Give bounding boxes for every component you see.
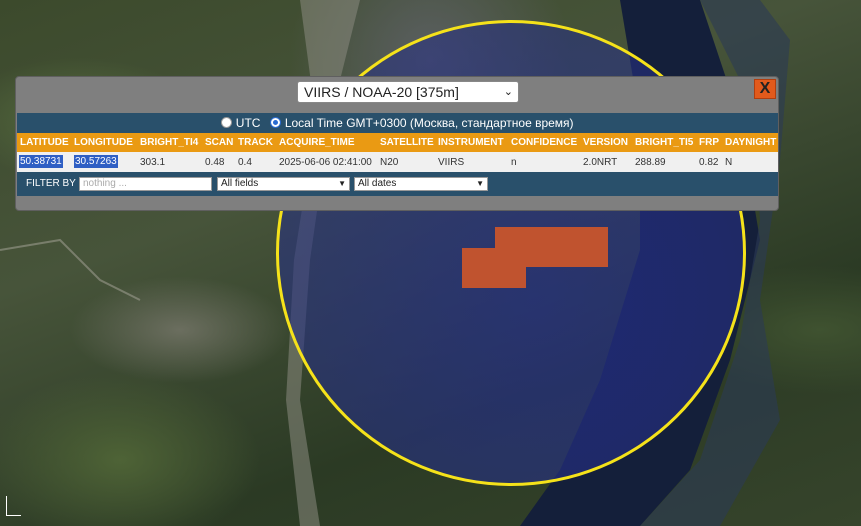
col-version: VERSION: [583, 137, 629, 148]
field-select[interactable]: All fields ▼: [217, 177, 350, 191]
col-frp: FRP: [699, 137, 719, 148]
timezone-bar: UTC Local Time GMT+0300 (Москва, стандар…: [17, 113, 778, 133]
col-instrument: INSTRUMENT: [438, 137, 504, 148]
col-latitude: LATITUDE: [20, 137, 69, 148]
date-select[interactable]: All dates ▼: [354, 177, 488, 191]
date-select-value: All dates: [358, 178, 397, 189]
cell-confidence: n: [511, 157, 517, 168]
field-select-value: All fields: [221, 178, 259, 189]
fire-pixel-marker[interactable]: [462, 248, 526, 288]
cell-latitude[interactable]: 50.38731: [19, 155, 63, 168]
chevron-down-icon: ▼: [338, 179, 346, 188]
col-bright-ti4: BRIGHT_TI4: [140, 137, 199, 148]
cell-longitude[interactable]: 30.57263: [74, 155, 118, 168]
sensor-select-value: VIIRS / NOAA-20 [375m]: [304, 84, 459, 100]
cell-bright-ti4: 303.1: [140, 157, 166, 168]
table-header: LATITUDE LONGITUDE BRIGHT_TI4 SCAN TRACK…: [17, 133, 778, 152]
close-button[interactable]: X: [754, 79, 776, 99]
sensor-select[interactable]: VIIRS / NOAA-20 [375m] ⌄: [297, 81, 519, 103]
col-daynight: DAYNIGHT: [725, 137, 777, 148]
col-satellite: SATELLITE: [380, 137, 434, 148]
utc-label: UTC: [235, 116, 261, 130]
filter-bar: FILTER BY nothing ... All fields ▼ All d…: [17, 172, 778, 196]
local-time-radio[interactable]: [270, 117, 282, 128]
cell-scan: 0.48: [205, 157, 225, 168]
col-longitude: LONGITUDE: [74, 137, 133, 148]
col-scan: SCAN: [205, 137, 234, 148]
cell-version: 2.0NRT: [583, 157, 618, 168]
filter-input[interactable]: nothing ...: [79, 177, 212, 191]
col-confidence: CONFIDENCE: [511, 137, 578, 148]
local-time-label: Local Time GMT+0300 (Москва, стандартное…: [284, 116, 574, 130]
map-scale-marker: [6, 496, 21, 516]
cell-track: 0.4: [238, 157, 252, 168]
cell-instrument: VIIRS: [438, 157, 465, 168]
col-bright-ti5: BRIGHT_TI5: [635, 137, 694, 148]
col-acquire-time: ACQUIRE_TIME: [279, 137, 355, 148]
fire-info-popup: VIIRS / NOAA-20 [375m] ⌄ X UTC Local Tim…: [15, 76, 779, 211]
chevron-down-icon: ▼: [476, 179, 484, 188]
chevron-down-icon: ⌄: [503, 86, 513, 98]
filter-label: FILTER BY: [26, 178, 76, 189]
cell-frp: 0.82: [699, 157, 719, 168]
utc-radio[interactable]: [221, 117, 233, 128]
cell-bright-ti5: 288.89: [635, 157, 666, 168]
cell-satellite: N20: [380, 157, 399, 168]
cell-daynight: N: [725, 157, 733, 168]
table-row[interactable]: 50.38731 30.57263 303.1 0.48 0.4 2025-06…: [17, 152, 778, 172]
col-track: TRACK: [238, 137, 273, 148]
cell-acquire-time: 2025-06-06 02:41:00: [279, 157, 372, 168]
